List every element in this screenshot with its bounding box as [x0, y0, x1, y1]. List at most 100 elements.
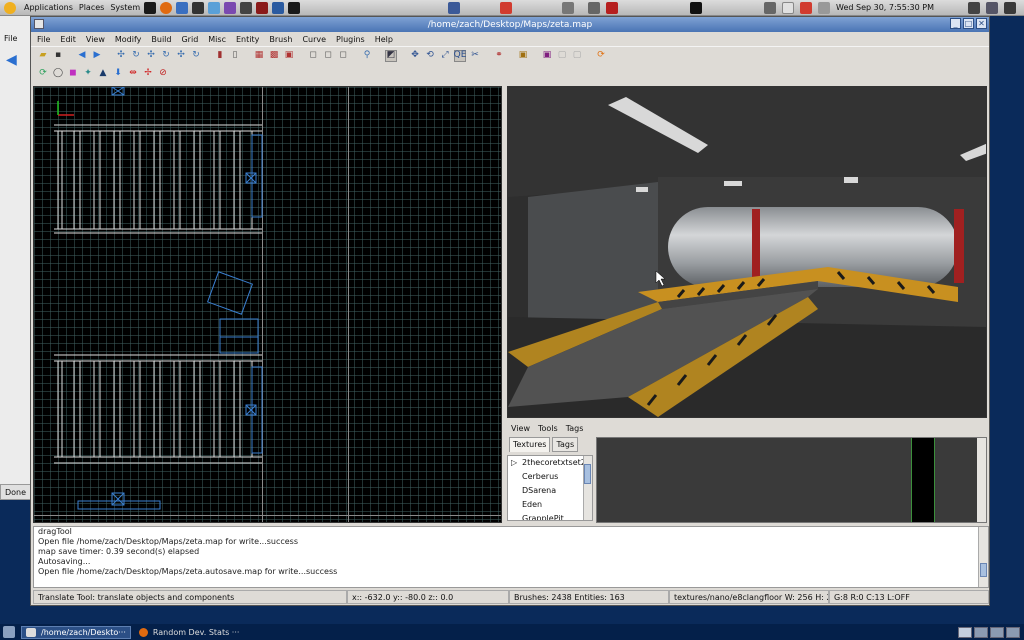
cycle-icon[interactable]: ◯ — [52, 67, 64, 79]
tex-menu-view[interactable]: View — [511, 424, 530, 433]
wine-launcher-icon[interactable] — [256, 1, 269, 14]
tab-textures[interactable]: Textures — [509, 437, 551, 452]
display-icon[interactable] — [986, 1, 998, 14]
lock-icon[interactable]: ▣ — [517, 50, 529, 62]
menu-modify[interactable]: Modify — [115, 35, 142, 44]
list-item[interactable]: ▷ 2thecoretxtset2 — [508, 456, 592, 470]
texture-thumbnail[interactable] — [911, 438, 935, 522]
gnome-foot-icon[interactable] — [4, 1, 16, 14]
filezilla-launcher-icon[interactable] — [606, 1, 619, 14]
open-icon[interactable]: ▰ — [37, 50, 49, 62]
view-change-icon[interactable]: ◩ — [385, 49, 397, 62]
system-menu[interactable]: System — [110, 3, 140, 12]
dependency-icon[interactable]: ⚭ — [493, 50, 505, 62]
tab-tags[interactable]: Tags — [552, 437, 579, 452]
tex-menu-tools[interactable]: Tools — [538, 424, 558, 433]
flip-x-icon[interactable]: ✣ — [115, 50, 127, 62]
sound-launcher-icon[interactable] — [240, 1, 253, 14]
email-launcher-icon[interactable] — [176, 1, 189, 14]
taskbar-item-firefox[interactable]: Random Dev. Stats ··· — [135, 626, 244, 639]
back-arrow-icon[interactable]: ◀ — [6, 52, 17, 68]
menu-curve[interactable]: Curve — [302, 35, 326, 44]
refresh-shaders-icon[interactable]: ⟳ — [595, 50, 607, 62]
brush-filter-icon[interactable]: ▲ — [97, 67, 109, 79]
window-menu-icon[interactable] — [34, 19, 44, 29]
menu-entity[interactable]: Entity — [236, 35, 259, 44]
maximize-button[interactable]: □ — [963, 18, 974, 29]
tray-network-icon[interactable] — [818, 1, 831, 14]
csg-subtract-icon[interactable]: ▦ — [253, 50, 265, 62]
flip-y-icon[interactable]: ✣ — [145, 50, 157, 62]
console-scrollbar[interactable] — [978, 527, 988, 587]
places-menu[interactable]: Places — [79, 3, 104, 12]
texture-lock-3-icon[interactable]: ▢ — [571, 50, 583, 62]
csg-merge-icon[interactable]: ▩ — [268, 50, 280, 62]
camera-3d-view[interactable] — [507, 86, 987, 418]
workspace-1[interactable] — [958, 626, 972, 638]
list-item[interactable]: DSarena — [508, 484, 592, 498]
expand-x-icon[interactable]: ⇹ — [127, 67, 139, 79]
rotate-x-icon[interactable]: ↻ — [130, 50, 142, 62]
scale-icon[interactable]: ⤢ — [439, 50, 451, 62]
taskbar-item-editor[interactable]: /home/zach/Deskto··· — [21, 625, 131, 639]
drop-icon[interactable]: ⬇ — [112, 67, 124, 79]
terminal-launcher-icon[interactable] — [192, 1, 205, 14]
minimize-button[interactable]: _ — [950, 18, 961, 29]
entity-filter-icon[interactable]: ✦ — [82, 67, 94, 79]
network-launcher-icon[interactable] — [272, 1, 285, 14]
sound-volume-icon[interactable] — [968, 1, 980, 14]
pidgin-launcher-icon[interactable] — [224, 1, 237, 14]
tex-menu-tags[interactable]: Tags — [566, 424, 584, 433]
redo-icon[interactable]: ▶ — [91, 50, 103, 62]
flip-z-icon[interactable]: ✣ — [175, 50, 187, 62]
rotate-z-icon[interactable]: ↻ — [190, 50, 202, 62]
texture-lock-icon[interactable]: ▣ — [541, 50, 553, 62]
grid-2d-view[interactable] — [33, 86, 502, 523]
menu-file[interactable]: File — [37, 35, 50, 44]
tray-gmail-icon[interactable] — [800, 1, 813, 14]
tray-mail-icon[interactable] — [782, 1, 795, 14]
show-desktop-icon[interactable] — [3, 626, 15, 638]
split-selected-icon[interactable]: ◻ — [337, 50, 349, 62]
expander-triangle-icon[interactable]: ▷ — [511, 458, 517, 467]
clipper-icon[interactable]: ◻ — [307, 50, 319, 62]
workspace-4[interactable] — [1006, 626, 1020, 638]
background-window[interactable]: File ◀ Done — [0, 16, 32, 500]
gmail-launcher-icon[interactable] — [500, 1, 513, 14]
applications-menu[interactable]: Applications — [24, 3, 73, 12]
list-item[interactable]: Eden — [508, 498, 592, 512]
texture-preview-scrollbar[interactable] — [977, 438, 986, 522]
patch-tools-icon[interactable]: ⚲ — [361, 50, 373, 62]
clip-select-icon[interactable]: ◻ — [322, 50, 334, 62]
menu-help[interactable]: Help — [375, 35, 393, 44]
texture-tree[interactable]: ▷ 2thecoretxtset2 Cerberus DSarena Eden G… — [507, 455, 593, 521]
rotate-y-icon[interactable]: ↻ — [160, 50, 172, 62]
firefox-launcher-icon[interactable] — [160, 1, 173, 14]
menu-plugins[interactable]: Plugins — [336, 35, 365, 44]
game-launcher-icon[interactable] — [288, 1, 301, 14]
close-button[interactable]: ✕ — [976, 18, 987, 29]
texture-filter-icon[interactable]: ◼ — [67, 67, 79, 79]
download-launcher-icon[interactable] — [562, 1, 575, 14]
clip-icon[interactable]: ✂ — [469, 50, 481, 62]
select-complete-tall-icon[interactable]: ▮ — [214, 50, 226, 62]
bug-launcher-icon[interactable] — [690, 1, 703, 14]
texture-preview-area[interactable] — [596, 437, 987, 523]
workspace-2[interactable] — [974, 626, 988, 638]
texture-lock-2-icon[interactable]: ▢ — [556, 50, 568, 62]
menu-misc[interactable]: Misc — [208, 35, 226, 44]
editor-launcher-icon[interactable] — [208, 1, 221, 14]
texture-tree-scrollbar[interactable] — [583, 456, 592, 520]
workspace-3[interactable] — [990, 626, 1004, 638]
window-titlebar[interactable]: /home/zach/Desktop/Maps/zeta.map _ □ ✕ — [31, 17, 989, 32]
usb-launcher-icon[interactable] — [588, 1, 601, 14]
menu-grid[interactable]: Grid — [181, 35, 198, 44]
bg-file-menu[interactable]: File — [4, 34, 17, 43]
make-hollow-icon[interactable]: ▣ — [283, 50, 295, 62]
menu-brush[interactable]: Brush — [269, 35, 292, 44]
rotate-icon[interactable]: ⟲ — [424, 50, 436, 62]
no-filter-icon[interactable]: ⊘ — [157, 67, 169, 79]
facebook-launcher-icon[interactable] — [448, 1, 461, 14]
undo-icon[interactable]: ◀ — [76, 50, 88, 62]
menu-view[interactable]: View — [86, 35, 105, 44]
